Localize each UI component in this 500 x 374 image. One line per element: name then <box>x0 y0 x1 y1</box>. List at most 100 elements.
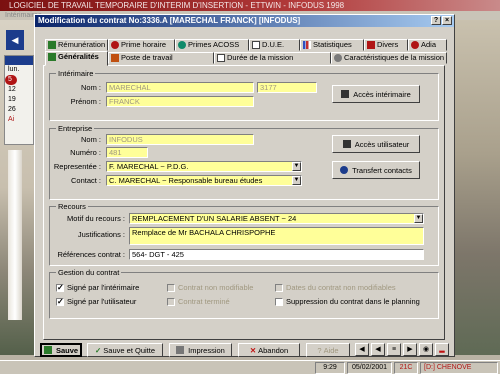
acces-utilisateur-button[interactable]: Accès utilisateur <box>332 135 420 153</box>
checkbox-mark <box>167 283 175 292</box>
interimaire-prenom-field[interactable]: FRANCK <box>106 96 254 107</box>
checkbox-mark: ✓ <box>56 282 64 292</box>
checkmark-icon: ✓ <box>95 345 102 355</box>
save-button[interactable]: Sauve <box>40 343 82 357</box>
suppression-planning-checkbox[interactable]: Suppression du contrat dans le planning <box>275 297 420 306</box>
justifications-field[interactable]: Remplace de Mr BACHALA CHRISPOPHE <box>129 227 424 245</box>
group-title: Gestion du contrat <box>56 268 122 277</box>
dates-non-modifiables-checkbox[interactable]: Dates du contrat non modifiables <box>275 283 396 292</box>
nom-label: Nom : <box>80 135 101 144</box>
group-title: Intérimaire <box>56 69 96 78</box>
generalites-panel: Intérimaire Nom : MARECHAL 3177 Prénom :… <box>43 65 445 340</box>
list-icon[interactable]: ≡ <box>387 343 401 356</box>
group-recours: Recours Motif du recours : REMPLACEMENT … <box>49 202 439 266</box>
signe-interimaire-checkbox[interactable]: ✓ Signé par l'intérimaire <box>56 283 139 292</box>
calendar-widget: lun. 5 12 19 26 Ai <box>4 55 34 145</box>
tab-due[interactable]: D.U.E. <box>249 39 300 51</box>
tab-prime-horaire[interactable]: Prime horaire <box>108 39 175 51</box>
background-window-title: LOGICIEL DE TRAVAIL TEMPORAIRE D'INTERIM… <box>0 0 500 11</box>
statusbar: 9:29 05/02/2001 21C [D:] CHENOVE <box>0 360 500 374</box>
contrat-non-modifiable-checkbox[interactable]: Contrat non modifiable <box>167 283 253 292</box>
calendar-day[interactable]: 12 <box>5 85 33 95</box>
checkbox-mark <box>275 297 283 306</box>
save-quit-button[interactable]: ✓ Sauve et Quitte <box>87 343 163 357</box>
group-entreprise: Entreprise Nom : INFODUS Numéro : 481 Re… <box>49 124 439 200</box>
first-record-icon[interactable]: ◀ <box>355 343 369 356</box>
help-button[interactable]: ? Aide <box>306 343 350 357</box>
tab-duree-mission[interactable]: Durée de la mission <box>214 52 331 64</box>
status-code: 21C <box>394 362 418 374</box>
contrat-termine-checkbox[interactable]: Contrat terminé <box>167 297 230 306</box>
adia-icon <box>411 41 419 50</box>
gear-icon <box>334 54 342 63</box>
representee-select[interactable]: F. MARECHAL ~ P.D.G. ▼ <box>106 161 302 172</box>
print-button[interactable]: Impression <box>169 343 232 357</box>
interimaire-code-field[interactable]: 3177 <box>257 82 317 93</box>
status-date: 05/02/2001 <box>347 362 392 374</box>
group-title: Recours <box>56 202 88 211</box>
nav-left-arrow-icon[interactable]: ◀ <box>6 30 24 50</box>
tab-divers[interactable]: Divers <box>364 39 408 51</box>
document-icon <box>252 41 260 50</box>
close-title-button[interactable]: × <box>442 16 452 25</box>
tab-statistiques[interactable]: Statistiques <box>300 39 364 51</box>
printer-icon <box>176 346 185 354</box>
references-field[interactable]: 564- DGT - 425 <box>129 249 424 260</box>
checkbox-mark: ✓ <box>56 296 64 306</box>
status-time: 9:29 <box>315 362 345 374</box>
coins-icon <box>178 41 186 50</box>
transfer-icon <box>340 166 349 174</box>
interimaire-nom-field[interactable]: MARECHAL <box>106 82 254 93</box>
dialog-button-bar: Sauve ✓ Sauve et Quitte Impression ✕ Aband… <box>38 343 451 357</box>
next-record-icon[interactable]: ▶ <box>403 343 417 356</box>
user-icon <box>341 90 350 98</box>
group-gestion-contrat: Gestion du contrat ✓ Signé par l'intérima… <box>49 268 439 319</box>
help-icon: ? <box>317 345 322 355</box>
justifications-label: Justifications : <box>77 230 125 239</box>
motif-label: Motif du recours : <box>67 214 125 223</box>
transfert-contacts-button[interactable]: Transfert contacts <box>332 161 420 179</box>
calendar-day[interactable]: 19 <box>5 95 33 105</box>
numero-label: Numéro : <box>70 148 101 157</box>
contact-select[interactable]: C. MARECHAL ~ Responsable bureau études ▼ <box>106 175 302 186</box>
contract-dialog: Modification du contrat No:3336.A [MAREC… <box>34 14 455 357</box>
save-icon <box>43 346 52 354</box>
chevron-down-icon[interactable]: ▼ <box>292 176 301 185</box>
group-interimaire: Intérimaire Nom : MARECHAL 3177 Prénom :… <box>49 69 439 121</box>
calendar-day[interactable]: 5 <box>5 75 17 85</box>
calendar-day[interactable]: 26 <box>5 105 33 115</box>
dialog-title-bar[interactable]: Modification du contrat No:3336.A [MAREC… <box>35 15 454 27</box>
delete-icon[interactable]: ▂ <box>435 343 449 356</box>
prev-record-icon[interactable]: ◀ <box>371 343 385 356</box>
search-icon[interactable]: ◉ <box>419 343 433 356</box>
checkbox-mark <box>275 283 283 292</box>
chart-icon <box>303 41 311 50</box>
tab-generalites[interactable]: Généralités <box>45 51 108 66</box>
chevron-down-icon[interactable]: ▼ <box>292 162 301 171</box>
acces-interimaire-button[interactable]: Accès intérimaire <box>332 85 420 103</box>
cancel-button[interactable]: ✕ Abandon <box>238 343 300 357</box>
signe-utilisateur-checkbox[interactable]: ✓ Signé par l'utilisateur <box>56 297 136 306</box>
clock-icon <box>111 41 119 50</box>
tab-poste-travail[interactable]: Poste de travail <box>108 52 214 64</box>
entreprise-nom-field[interactable]: INFODUS <box>106 134 254 145</box>
background-tower-image <box>8 150 22 320</box>
tab-caracteristiques[interactable]: Caractéristiques de la mission <box>331 52 447 64</box>
representee-label: Representée : <box>53 162 101 171</box>
calendar-note: Ai <box>8 116 15 123</box>
close-icon: ✕ <box>249 345 257 355</box>
chevron-down-icon[interactable]: ▼ <box>414 214 423 223</box>
tab-remuneration[interactable]: Rémunération <box>45 39 108 51</box>
prenom-label: Prénom : <box>70 97 101 106</box>
desk-icon <box>111 54 119 63</box>
calendar-icon <box>217 54 225 63</box>
entreprise-numero-field[interactable]: 481 <box>106 147 148 158</box>
status-user: [D:] CHENOVE <box>420 362 498 374</box>
dialog-title: Modification du contrat No:3336.A [MAREC… <box>38 16 301 25</box>
motif-recours-select[interactable]: REMPLACEMENT D'UN SALARIE ABSENT ~ 24 ▼ <box>129 213 424 224</box>
folder-icon <box>367 41 375 50</box>
calendar-day-label: lun. <box>8 66 20 73</box>
help-title-button[interactable]: ? <box>431 16 441 25</box>
tab-adia[interactable]: Adia <box>408 39 447 51</box>
tab-primes-acoss[interactable]: Primes ACOSS <box>175 39 249 51</box>
